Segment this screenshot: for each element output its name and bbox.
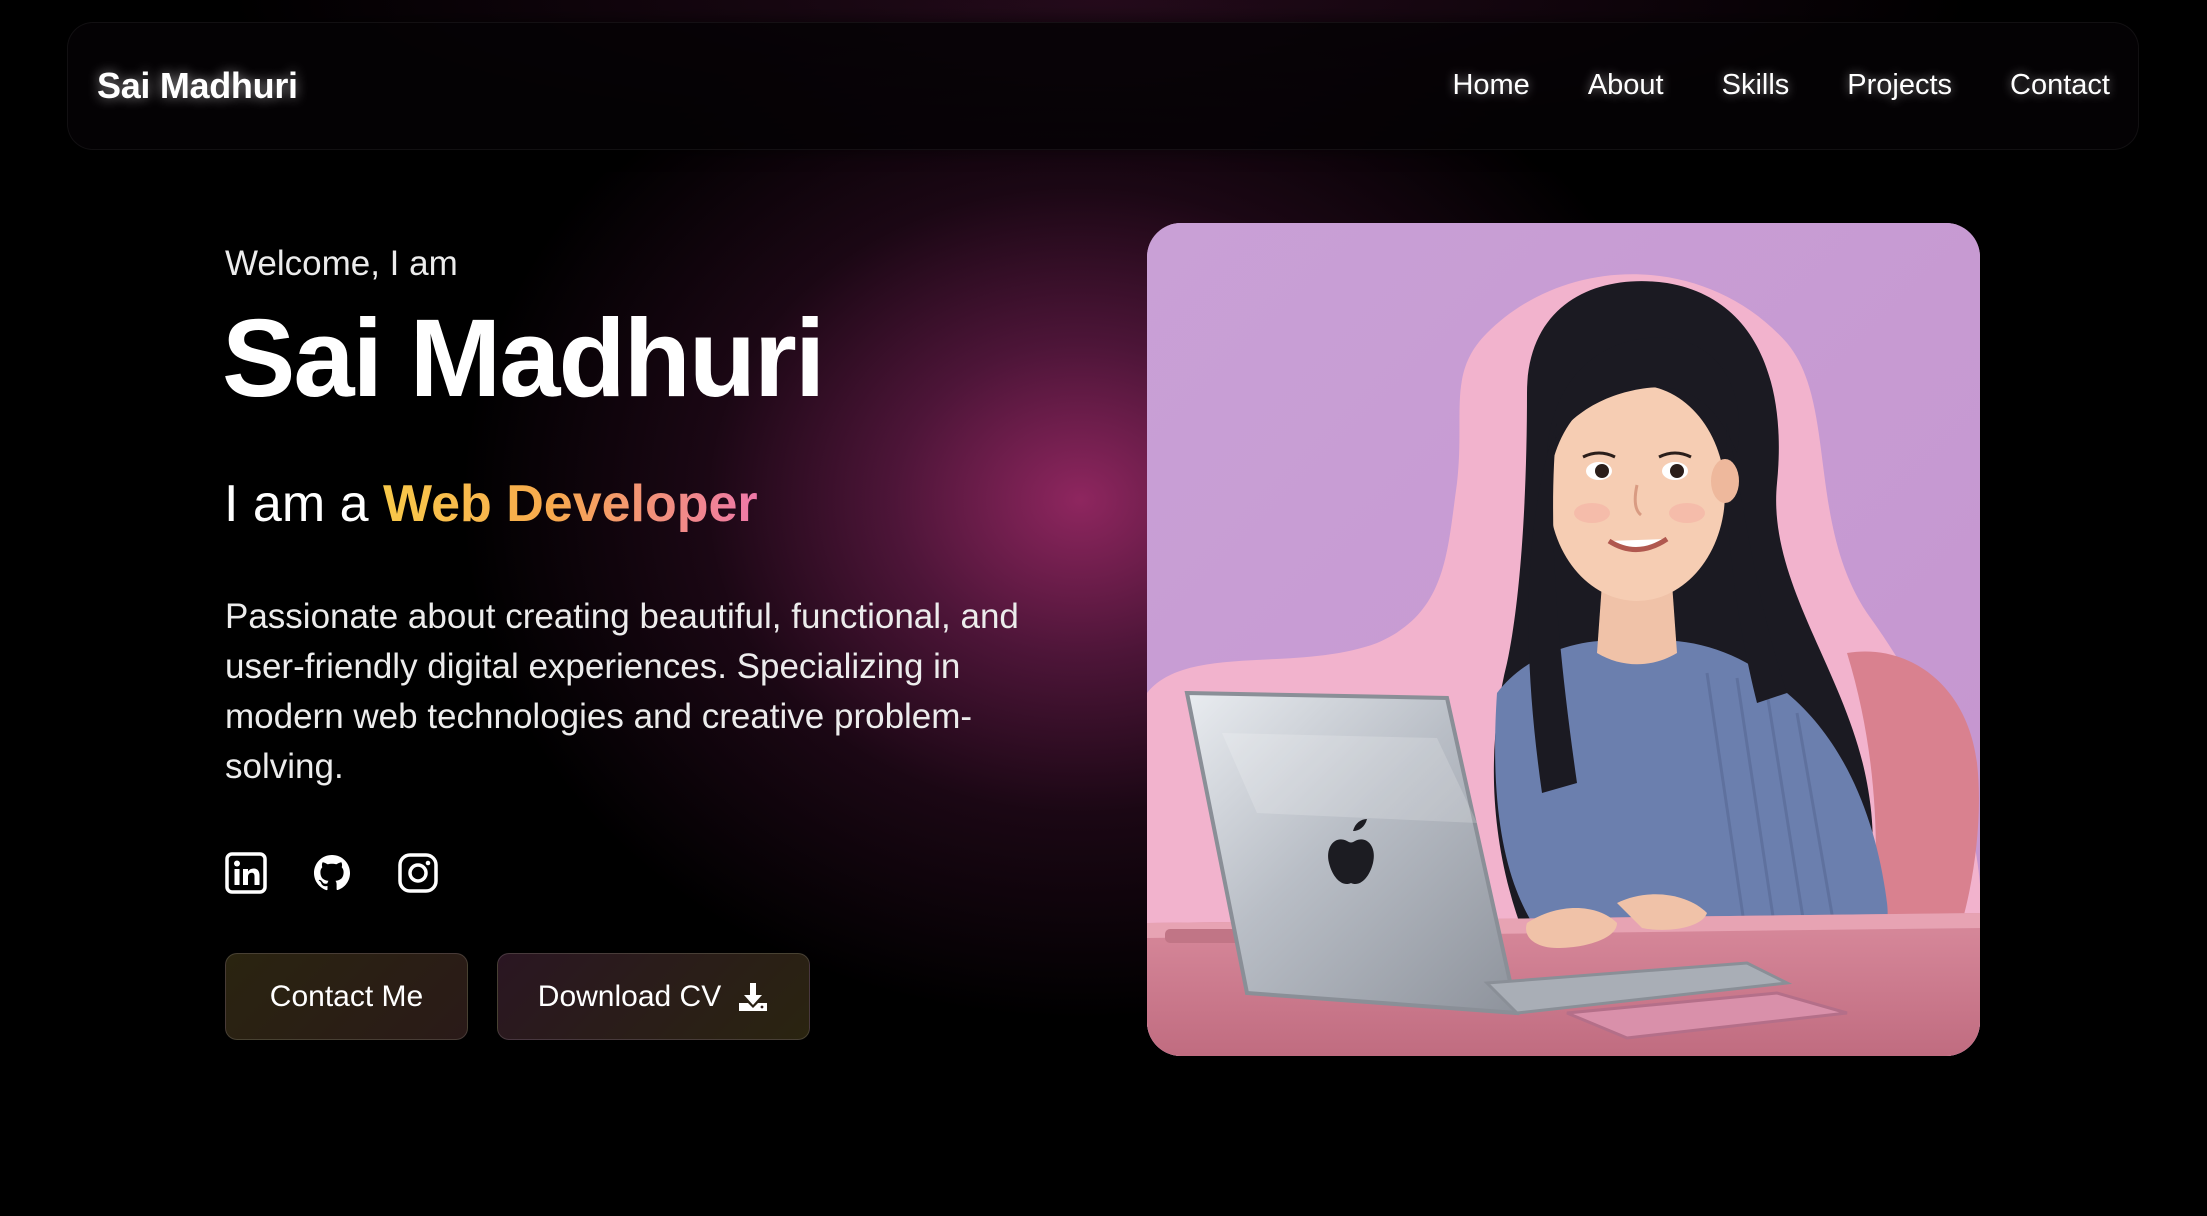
- nav-links: Home About Skills Projects Contact: [1452, 69, 2110, 102]
- hero-illustration: [1147, 223, 1980, 1056]
- github-icon[interactable]: [311, 852, 353, 894]
- page: Sai Madhuri Home About Skills Projects C…: [0, 0, 2207, 1216]
- nav-link-contact[interactable]: Contact: [2010, 69, 2110, 102]
- nav-link-projects[interactable]: Projects: [1847, 69, 1952, 102]
- nav-link-skills[interactable]: Skills: [1722, 69, 1790, 102]
- contact-me-label: Contact Me: [269, 979, 424, 1013]
- nav-link-about[interactable]: About: [1588, 69, 1664, 102]
- hero-role-line: I am a Web Developer: [224, 474, 758, 534]
- nav-link-home[interactable]: Home: [1452, 69, 1529, 102]
- hero-name: Sai Madhuri: [222, 297, 825, 420]
- download-icon: [739, 982, 768, 1011]
- hero-description: Passionate about creating beautiful, fun…: [225, 597, 1019, 786]
- role-prefix: I am a: [224, 475, 369, 533]
- download-cv-button[interactable]: Download CV: [497, 953, 810, 1040]
- download-cv-label: Download CV: [537, 979, 722, 1013]
- hero-greeting: Welcome, I am: [225, 244, 458, 283]
- brand-logo[interactable]: Sai Madhuri: [97, 65, 298, 107]
- girl-with-laptop-illustration: [1147, 223, 1980, 1056]
- contact-me-button[interactable]: Contact Me: [225, 953, 468, 1040]
- linkedin-icon[interactable]: [225, 852, 267, 894]
- role-title: Web Developer: [382, 475, 758, 533]
- navbar: Sai Madhuri Home About Skills Projects C…: [67, 22, 2139, 150]
- social-links: [225, 852, 439, 894]
- instagram-icon[interactable]: [397, 852, 439, 894]
